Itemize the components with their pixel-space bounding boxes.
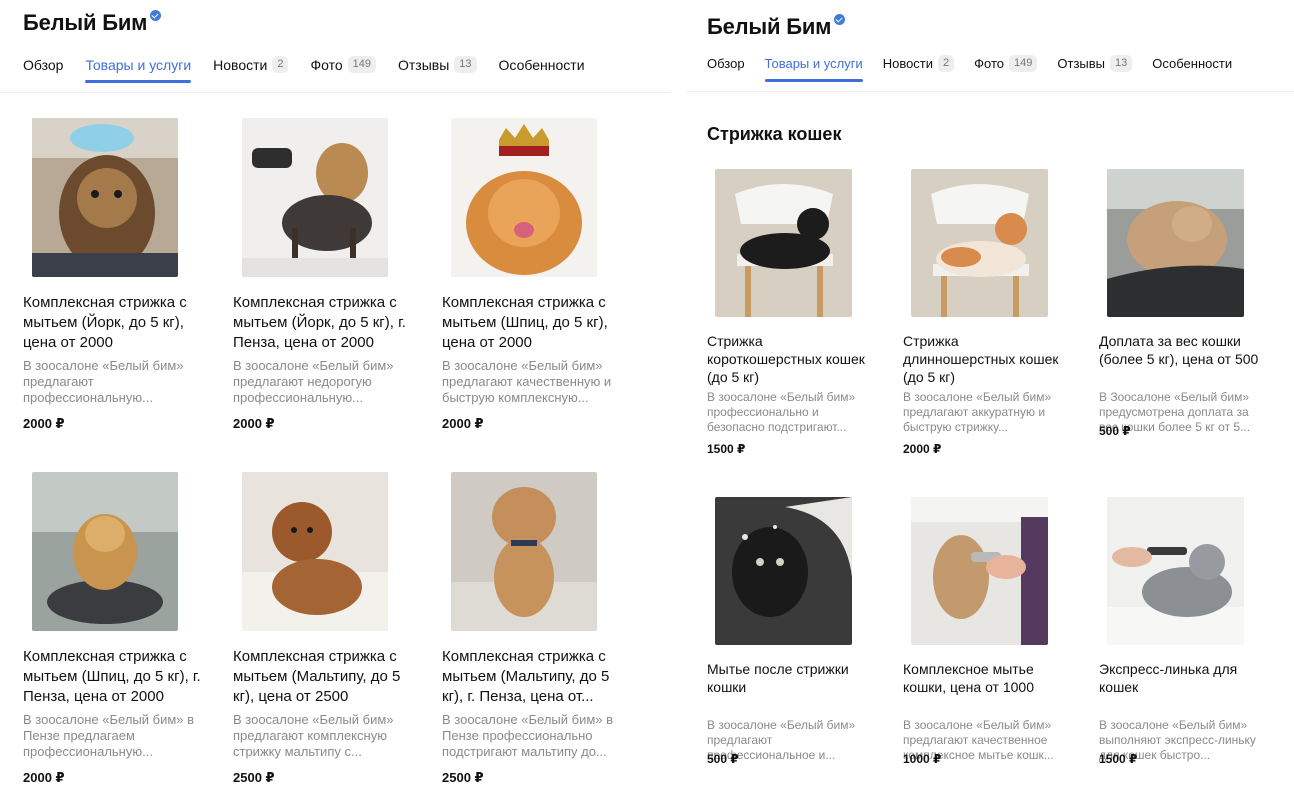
card-price: 500 ₽ (707, 752, 739, 766)
product-card[interactable]: Комплексная стрижка с мытьем (Йорк, до 5… (23, 118, 213, 438)
tab-bar: Обзор Товары и услуги Новости 2 Фото 149 О… (23, 56, 607, 83)
spitz-crown-photo[interactable] (451, 118, 597, 277)
section-title: Стрижка кошек (707, 124, 842, 144)
org-title: Белый Бим (707, 14, 846, 40)
verified-icon (834, 14, 846, 25)
tab-overview[interactable]: Обзор (23, 57, 63, 73)
product-card[interactable]: Комплексная стрижка с мытьем (Шпиц, до 5… (23, 472, 213, 792)
product-card[interactable]: Комплексная стрижка с мытьем (Шпиц, до 5… (442, 118, 632, 438)
ginger-cat-photo[interactable] (911, 169, 1048, 317)
card-title[interactable]: Мытье после стрижки кошки (707, 660, 872, 696)
card-title[interactable]: Комплексная стрижка с мытьем (Йорк, до 5… (23, 293, 213, 353)
card-description: В зоосалоне «Белый бим» предлагают компл… (233, 712, 394, 759)
fluffy-cat-photo[interactable] (1107, 169, 1244, 317)
spitz-table-photo[interactable] (32, 472, 178, 631)
tab-features[interactable]: Особенности (499, 57, 585, 73)
card-title[interactable]: Комплексная стрижка с мытьем (Мальтипу, … (233, 647, 423, 707)
right-panel: Белый Бим Обзор Товары и услуги Новости 2… (687, 0, 1294, 800)
card-title[interactable]: Комплексное мытье кошки, цена от 1000 (903, 660, 1068, 696)
card-description: В зоосалоне «Белый бим» профессионально … (707, 390, 856, 434)
card-title[interactable]: Стрижка короткошерстных кошек (до 5 кг) (707, 332, 872, 386)
tab-features[interactable]: Особенности (1152, 56, 1232, 71)
header-divider (0, 92, 670, 93)
black-cat-photo[interactable] (715, 169, 852, 317)
card-description: В зоосалоне «Белый бим» в Пензе професси… (442, 712, 614, 759)
tab-bar: Обзор Товары и услуги Новости 2 Фото 149 О… (707, 55, 1252, 82)
product-card[interactable]: Комплексная стрижка с мытьем (Йорк, до 5… (233, 118, 423, 438)
card-price: 2000 ₽ (23, 770, 65, 785)
tab-count-badge: 149 (1009, 55, 1038, 72)
tab-news[interactable]: Новости 2 (883, 55, 955, 72)
tab-count-badge: 13 (454, 56, 477, 73)
card-price: 2000 ₽ (23, 416, 65, 431)
product-card[interactable]: Комплексное мытье кошки, цена от 1000 В … (903, 497, 1063, 797)
yorkie-dryer-photo[interactable] (242, 118, 388, 277)
card-description: В зоосалоне «Белый бим» предлагают аккур… (903, 390, 1052, 434)
card-title[interactable]: Доплата за вес кошки (более 5 кг), цена … (1099, 332, 1264, 368)
tab-count-badge: 2 (272, 56, 289, 73)
panel-gap (670, 0, 687, 800)
card-description: В зоосалоне «Белый бим» предлагают профе… (23, 358, 184, 405)
card-price: 1000 ₽ (903, 752, 942, 766)
maltipoo-floor-photo[interactable] (451, 472, 597, 631)
card-title[interactable]: Стрижка длинношерстных кошек (до 5 кг) (903, 332, 1068, 386)
tab-photo[interactable]: Фото 149 (974, 55, 1038, 72)
org-title: Белый Бим (23, 10, 162, 36)
product-card[interactable]: Стрижка длинношерстных кошек (до 5 кг) В… (903, 169, 1063, 469)
tab-count-badge: 149 (347, 56, 376, 73)
grey-cat-brushing-photo[interactable] (1107, 497, 1244, 645)
maltipoo-sofa-photo[interactable] (242, 472, 388, 631)
tab-reviews[interactable]: Отзывы 13 (1057, 55, 1133, 72)
card-title[interactable]: Комплексная стрижка с мытьем (Мальтипу, … (442, 647, 632, 707)
product-card[interactable]: Стрижка короткошерстных кошек (до 5 кг) … (707, 169, 867, 469)
card-price: 1500 ₽ (707, 442, 746, 456)
tab-count-badge: 2 (938, 55, 955, 72)
wet-cat-photo[interactable] (715, 497, 852, 645)
cat-grooming-photo[interactable] (911, 497, 1048, 645)
tab-reviews[interactable]: Отзывы 13 (398, 56, 477, 73)
card-price: 2500 ₽ (442, 770, 484, 785)
tab-photo[interactable]: Фото 149 (310, 56, 376, 73)
left-panel: Белый Бим Обзор Товары и услуги Новости 2… (0, 0, 670, 800)
product-card[interactable]: Мытье после стрижки кошки В зоосалоне «Б… (707, 497, 867, 797)
product-card[interactable]: Комплексная стрижка с мытьем (Мальтипу, … (233, 472, 423, 792)
card-price: 2000 ₽ (903, 442, 942, 456)
verified-icon (150, 10, 162, 21)
product-card[interactable]: Доплата за вес кошки (более 5 кг), цена … (1099, 169, 1259, 469)
tab-count-badge: 13 (1110, 55, 1133, 72)
card-title[interactable]: Комплексная стрижка с мытьем (Шпиц, до 5… (23, 647, 213, 707)
card-description: В зоосалоне «Белый бим» предлагают качес… (442, 358, 612, 405)
card-price: 2500 ₽ (233, 770, 275, 785)
product-card[interactable]: Экспресс-линька для кошек В зоосалоне «Б… (1099, 497, 1259, 797)
yorkie-photo[interactable] (32, 118, 178, 277)
product-card[interactable]: Комплексная стрижка с мытьем (Мальтипу, … (442, 472, 632, 792)
card-title[interactable]: Комплексная стрижка с мытьем (Шпиц, до 5… (442, 293, 632, 353)
tab-news[interactable]: Новости 2 (213, 56, 289, 73)
card-description: В зоосалоне «Белый бим» предлагают недор… (233, 358, 394, 405)
card-price: 1500 ₽ (1099, 752, 1138, 766)
card-price: 2000 ₽ (442, 416, 484, 431)
card-price: 2000 ₽ (233, 416, 275, 431)
card-title[interactable]: Экспресс-линька для кошек (1099, 660, 1264, 696)
card-price: 500 ₽ (1099, 424, 1131, 438)
tab-overview[interactable]: Обзор (707, 56, 745, 71)
card-description: В зоосалоне «Белый бим» в Пензе предлага… (23, 712, 195, 759)
card-title[interactable]: Комплексная стрижка с мытьем (Йорк, до 5… (233, 293, 423, 353)
tab-goods-services[interactable]: Товары и услуги (85, 57, 191, 83)
tab-goods-services[interactable]: Товары и услуги (764, 56, 863, 82)
header-divider (687, 91, 1294, 92)
